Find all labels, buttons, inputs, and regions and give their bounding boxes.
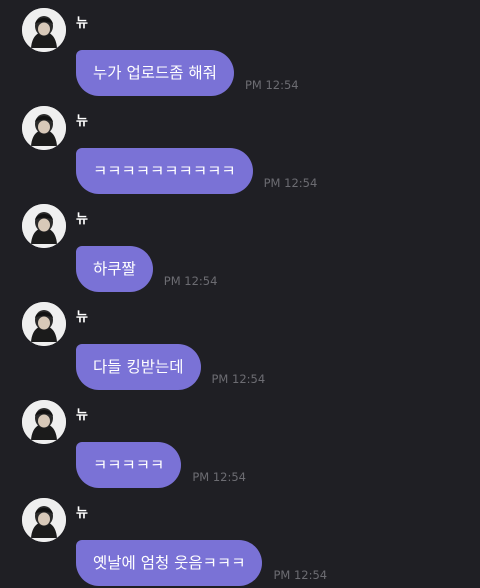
message-item: 뉴 하쿠짤 PM 12:54 <box>0 196 480 294</box>
message-time: PM 12:54 <box>163 274 218 288</box>
bubble-row: 옛날에 엄청 웃음ㅋㅋㅋ PM 12:54 <box>76 540 327 586</box>
avatar[interactable] <box>22 8 66 52</box>
sender-name: 뉴 <box>76 506 88 521</box>
sender-name: 뉴 <box>76 408 88 423</box>
message-bubble[interactable]: ㅋㅋㅋㅋㅋㅋㅋㅋㅋㅋ <box>76 148 253 194</box>
avatar[interactable] <box>22 400 66 444</box>
sender-name: 뉴 <box>76 114 88 129</box>
bubble-row: ㅋㅋㅋㅋㅋㅋㅋㅋㅋㅋ PM 12:54 <box>76 148 317 194</box>
profile-photo-icon <box>22 498 66 542</box>
message-item: 뉴 ㅋㅋㅋㅋㅋ PM 12:54 <box>0 392 480 490</box>
message-item: 뉴 옛날에 엄청 웃음ㅋㅋㅋ PM 12:54 <box>0 490 480 588</box>
message-bubble[interactable]: ㅋㅋㅋㅋㅋ <box>76 442 182 488</box>
message-item: 뉴 누가 업로드좀 해줘 PM 12:54 <box>0 0 480 98</box>
message-item: 뉴 ㅋㅋㅋㅋㅋㅋㅋㅋㅋㅋ PM 12:54 <box>0 98 480 196</box>
profile-photo-icon <box>22 302 66 346</box>
message-time: PM 12:54 <box>263 176 318 190</box>
avatar[interactable] <box>22 106 66 150</box>
sender-name: 뉴 <box>76 212 88 227</box>
message-bubble[interactable]: 다들 킹받는데 <box>76 344 201 390</box>
message-time: PM 12:54 <box>211 372 266 386</box>
bubble-row: 다들 킹받는데 PM 12:54 <box>76 344 265 390</box>
profile-photo-icon <box>22 106 66 150</box>
bubble-row: ㅋㅋㅋㅋㅋ PM 12:54 <box>76 442 246 488</box>
message-bubble[interactable]: 누가 업로드좀 해줘 <box>76 50 234 96</box>
message-time: PM 12:54 <box>244 78 299 92</box>
chat-container: 뉴 누가 업로드좀 해줘 PM 12:54 뉴 ㅋㅋㅋㅋㅋㅋㅋㅋㅋㅋ PM 12… <box>0 0 480 588</box>
avatar[interactable] <box>22 498 66 542</box>
message-time: PM 12:54 <box>273 568 328 582</box>
message-time: PM 12:54 <box>192 470 246 484</box>
bubble-row: 누가 업로드좀 해줘 PM 12:54 <box>76 50 299 96</box>
profile-photo-icon <box>22 400 66 444</box>
profile-photo-icon <box>22 8 66 52</box>
avatar[interactable] <box>22 204 66 248</box>
message-bubble[interactable]: 옛날에 엄청 웃음ㅋㅋㅋ <box>76 540 263 586</box>
profile-photo-icon <box>22 204 66 248</box>
message-item: 뉴 다들 킹받는데 PM 12:54 <box>0 294 480 392</box>
message-bubble[interactable]: 하쿠짤 <box>76 246 153 292</box>
sender-name: 뉴 <box>76 16 88 31</box>
bubble-row: 하쿠짤 PM 12:54 <box>76 246 217 292</box>
sender-name: 뉴 <box>76 310 88 325</box>
avatar[interactable] <box>22 302 66 346</box>
